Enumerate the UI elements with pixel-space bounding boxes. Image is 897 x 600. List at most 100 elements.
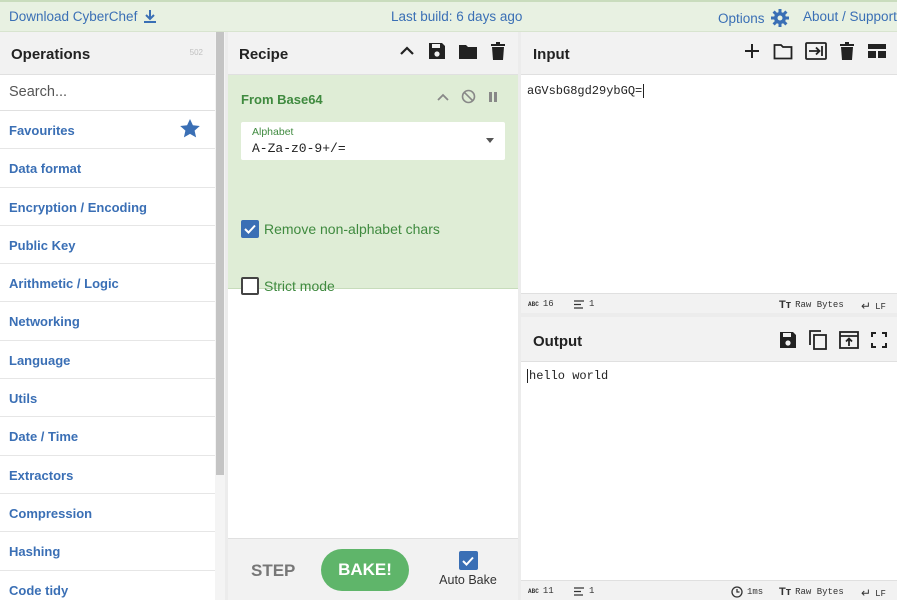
plus-icon[interactable] [743, 42, 761, 60]
bake-button[interactable]: BAKE! [321, 549, 409, 591]
return-icon: ↵ [861, 300, 872, 314]
alphabet-value: A-Za-z0-9+/= [252, 141, 346, 156]
recipe-panel: Recipe From Base64 Alphabet A-Za-z0-9+/=… [228, 32, 518, 600]
operations-count: 502 [189, 48, 203, 57]
trash-icon[interactable] [839, 42, 855, 60]
operations-header: Operations 502 [0, 32, 215, 75]
category-arithmetic-logic[interactable]: Arithmetic / Logic [0, 264, 215, 303]
chevron-up-icon[interactable] [398, 42, 416, 60]
output-panel: Output ​hello world ABC11 1 1ms TтRaw By… [521, 317, 897, 600]
copy-icon[interactable] [809, 330, 827, 350]
category-label: Hashing [9, 544, 61, 560]
download-label: Download CyberChef [9, 9, 138, 24]
output-time: 1ms [731, 586, 763, 598]
remove-non-alphabet-label: Remove non-alphabet chars [264, 221, 440, 237]
download-link[interactable]: Download CyberChef [9, 9, 157, 24]
output-lines: 1 [573, 586, 594, 596]
category-label: Compression [9, 505, 93, 521]
input-encoding[interactable]: Tт Raw Bytes [779, 299, 844, 311]
strict-mode-label: Strict mode [264, 278, 335, 294]
category-language[interactable]: Language [0, 341, 215, 380]
output-encoding[interactable]: Tт Raw Bytes [779, 586, 844, 598]
category-encryption-encoding[interactable]: Encryption / Encoding [0, 188, 215, 226]
input-panel: Input aGVsbG8gd29ybGQ=​ ABC16 1 TтRaw By… [521, 32, 897, 314]
search-box [0, 75, 215, 111]
star-icon [180, 119, 200, 138]
abc-icon: ABC [528, 300, 539, 308]
category-code-tidy[interactable]: Code tidy [0, 571, 215, 600]
pause-icon[interactable] [488, 91, 498, 103]
trash-icon[interactable] [490, 42, 506, 60]
category-label: Data format [9, 161, 82, 177]
category-label: Utils [9, 391, 38, 407]
input-header: Input [521, 32, 897, 75]
last-build: Last build: 6 days ago [391, 9, 523, 24]
bake-bar: STEP BAKE! Auto Bake [228, 538, 518, 600]
output-header: Output [521, 317, 897, 362]
input-eol[interactable]: ↵ LF [861, 299, 886, 314]
input-length: ABC 16 [528, 299, 554, 309]
checkmark-icon [244, 224, 256, 234]
category-date-time[interactable]: Date / Time [0, 417, 215, 456]
text-cursor: ​ [643, 84, 645, 98]
save-icon[interactable] [428, 42, 446, 60]
category-label: Networking [9, 314, 80, 330]
operations-scrollbar[interactable] [215, 32, 225, 600]
input-textarea[interactable]: aGVsbG8gd29ybGQ=​ [527, 84, 645, 98]
text-size-icon: Tт [779, 586, 792, 598]
output-title: Output [533, 333, 583, 350]
options-link[interactable]: Options [718, 8, 790, 28]
auto-bake-label: Auto Bake [439, 573, 497, 587]
replace-input-icon[interactable] [839, 331, 859, 349]
remove-non-alphabet-option[interactable]: Remove non-alphabet chars [241, 219, 440, 239]
operations-panel: Operations 502 Favourites Data format En… [0, 32, 215, 600]
category-label: Arithmetic / Logic [9, 276, 119, 292]
category-extractors[interactable]: Extractors [0, 456, 215, 494]
strict-mode-option[interactable]: Strict mode [241, 276, 335, 296]
strict-mode-checkbox[interactable] [241, 277, 259, 295]
auto-bake-checkbox[interactable] [458, 551, 478, 570]
operation-name: From Base64 [241, 92, 323, 107]
category-label: Encryption / Encoding [9, 199, 147, 215]
category-label: Code tidy [9, 582, 69, 598]
disable-icon[interactable] [461, 89, 476, 104]
folder-icon[interactable] [458, 43, 478, 60]
category-data-format[interactable]: Data format [0, 149, 215, 188]
category-hashing[interactable]: Hashing [0, 532, 215, 571]
category-label: Date / Time [9, 429, 79, 445]
scrollbar-thumb[interactable] [216, 32, 224, 475]
gear-icon [770, 9, 789, 27]
lines-icon [574, 299, 584, 309]
alphabet-select[interactable]: Alphabet A-Za-z0-9+/= [241, 122, 505, 160]
category-label: Language [9, 352, 71, 368]
output-textarea[interactable]: ​hello world [527, 369, 608, 383]
about-link[interactable]: About / Support [803, 9, 897, 24]
output-status-bar: ABC 11 1 1ms Tт Raw Bytes ↵ LF [521, 580, 897, 600]
chevron-up-icon[interactable] [437, 92, 449, 102]
remove-non-alphabet-checkbox[interactable] [241, 220, 259, 238]
save-icon[interactable] [779, 331, 797, 349]
open-file-icon[interactable] [805, 42, 827, 60]
recipe-title: Recipe [239, 46, 289, 63]
return-icon: ↵ [861, 587, 872, 600]
clock-icon [731, 586, 743, 598]
input-title: Input [533, 46, 570, 63]
chevron-down-icon [486, 138, 494, 143]
maximise-icon[interactable] [871, 332, 887, 348]
step-button[interactable]: STEP [251, 561, 295, 581]
from-base64-operation: From Base64 Alphabet A-Za-z0-9+/= Remove… [228, 75, 518, 295]
abc-icon: ABC [528, 587, 539, 595]
open-folder-icon[interactable] [773, 43, 793, 60]
category-public-key[interactable]: Public Key [0, 226, 215, 265]
category-networking[interactable]: Networking [0, 302, 215, 341]
search-input[interactable] [0, 75, 200, 109]
checkmark-icon [462, 556, 474, 566]
output-eol[interactable]: ↵ LF [861, 586, 886, 600]
category-favourites[interactable]: Favourites [0, 111, 215, 150]
layout-icon[interactable] [867, 43, 887, 59]
auto-bake-toggle[interactable]: Auto Bake [433, 551, 503, 587]
category-compression[interactable]: Compression [0, 494, 215, 533]
category-utils[interactable]: Utils [0, 379, 215, 418]
category-label: Extractors [9, 467, 74, 483]
output-text: hello world [529, 369, 609, 383]
